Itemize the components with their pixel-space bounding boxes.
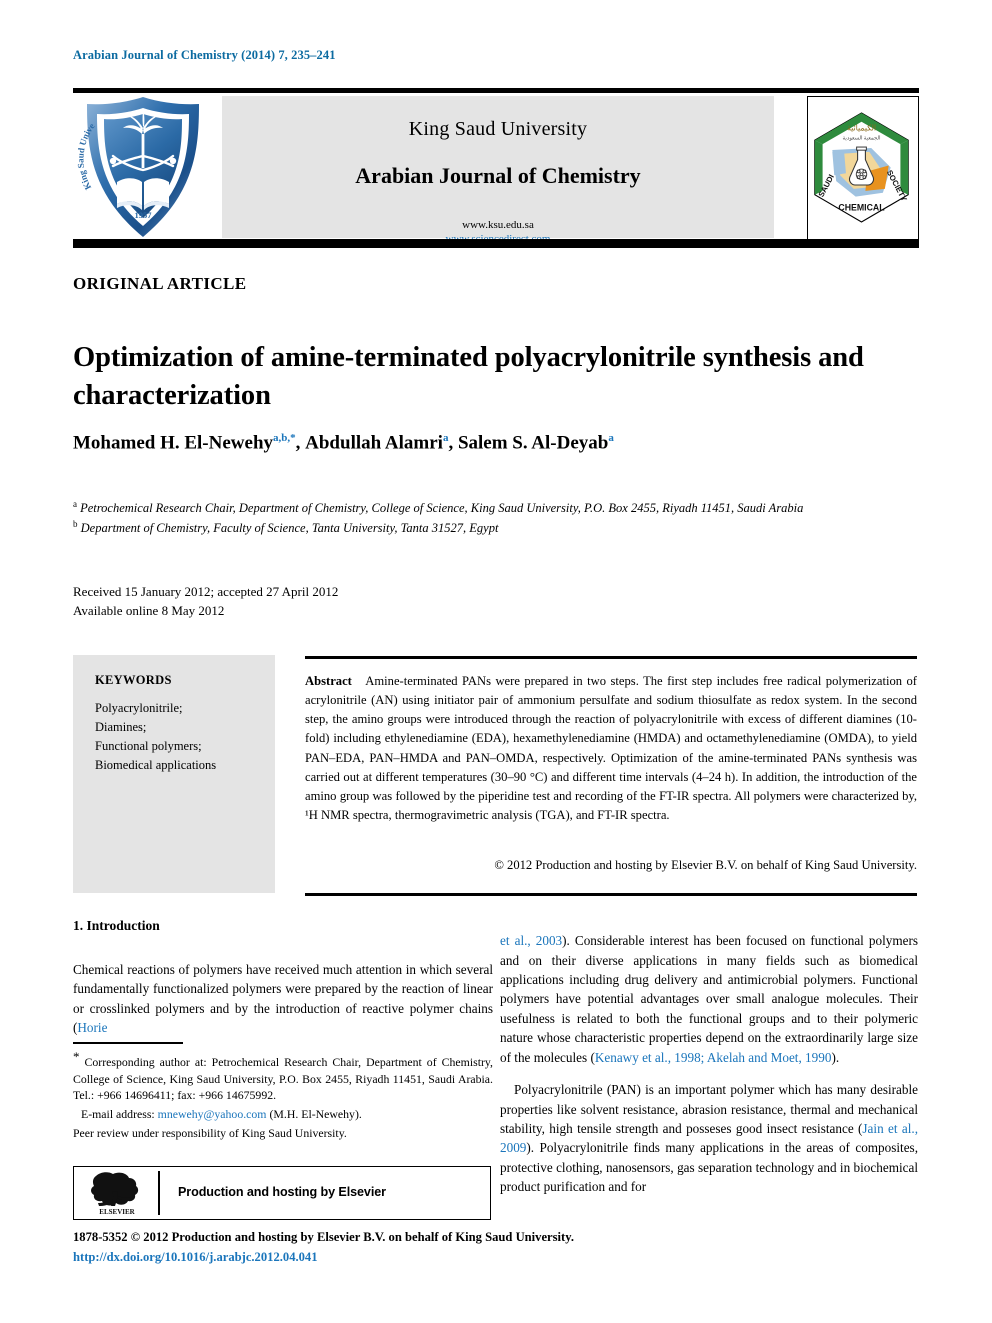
- intro-paragraph-1-tail: ).: [831, 1049, 840, 1065]
- author-name-3: Salem S. Al-Deyab: [457, 432, 609, 454]
- author-marks-1: a,b,*: [273, 432, 296, 444]
- citation-horie[interactable]: Horie: [77, 1020, 107, 1035]
- scs-arabic-top: الكيميائية: [847, 124, 876, 133]
- production-hosting-box: ELSEVIER Production and hosting by Elsev…: [73, 1166, 491, 1220]
- production-hosting-label: Production and hosting by Elsevier: [178, 1185, 386, 1199]
- masthead-ksu-url: www.ksu.edu.sa: [462, 219, 534, 231]
- abstract-copyright: © 2012 Production and hosting by Elsevie…: [494, 858, 917, 872]
- abstract-block: Abstract Amine-terminated PANs were prep…: [305, 672, 917, 825]
- svg-text:الجمعية السعودية: الجمعية السعودية: [843, 135, 881, 141]
- body-right-column: et al., 2003). Considerable interest has…: [500, 918, 918, 1210]
- asterisk-icon: *: [73, 1049, 80, 1064]
- king-saud-university-shield-logo: King Saud University 1957: [71, 86, 213, 240]
- section-heading-introduction: 1. Introduction: [73, 918, 160, 933]
- masthead-center-panel: King Saud University Arabian Journal of …: [222, 96, 774, 245]
- body-left-column: 1. Introduction Chemical reactions of po…: [73, 918, 493, 1051]
- elsevier-tree-logo: ELSEVIER: [86, 1170, 148, 1216]
- affiliation-b: b Department of Chemistry, Faculty of Sc…: [73, 518, 913, 538]
- affiliation-mark-b: b: [73, 518, 78, 529]
- doi-link[interactable]: http://dx.doi.org/10.1016/j.arabjc.2012.…: [73, 1250, 318, 1265]
- intro-paragraph-2-pre: Polyacrylonitrile (PAN) is an important …: [500, 1082, 918, 1137]
- ksu-logo-year: 1957: [135, 210, 153, 220]
- abstract-bottom-rule: [305, 893, 917, 896]
- intro-paragraph-2: Polyacrylonitrile (PAN) is an important …: [500, 1080, 918, 1196]
- author-name-2: Abdullah Alamri: [305, 432, 443, 454]
- author-sep-1: ,: [295, 432, 306, 454]
- intro-paragraph-1-continued: et al., 2003). Considerable interest has…: [500, 931, 918, 1067]
- elsevier-wordmark: ELSEVIER: [99, 1208, 135, 1216]
- corresponding-author-note: * Corresponding author at: Petrochemical…: [73, 1048, 493, 1104]
- footnote-block: * Corresponding author at: Petrochemical…: [73, 1048, 493, 1142]
- author-sep-2: ,: [448, 432, 458, 454]
- intro-paragraph-1-mid: ). Considerable interest has been focuse…: [500, 933, 918, 1065]
- running-head: Arabian Journal of Chemistry (2014) 7, 2…: [73, 48, 336, 62]
- intro-paragraph-1-text: Chemical reactions of polymers have rece…: [73, 962, 493, 1036]
- author-name-1: Mohamed H. El-Newehy: [73, 432, 274, 454]
- citation-kenawy-akelah[interactable]: Kenawy et al., 1998; Akelah and Moet, 19…: [595, 1050, 832, 1065]
- masthead-university-name: King Saud University: [408, 118, 588, 140]
- elsevier-box-divider: [158, 1171, 160, 1215]
- citation-horie-continued[interactable]: et al., 2003: [500, 933, 562, 948]
- masthead-journal-title: Arabian Journal of Chemistry: [355, 163, 641, 188]
- corresponding-author-text: Corresponding author at: Petrochemical R…: [73, 1054, 493, 1103]
- affiliation-text-b: Department of Chemistry, Faculty of Scie…: [80, 520, 499, 535]
- publication-dates: Received 15 January 2012; accepted 27 Ap…: [73, 583, 673, 621]
- issn-copyright-line: 1878-5352 © 2012 Production and hosting …: [73, 1230, 574, 1244]
- affiliation-a: a Petrochemical Research Chair, Departme…: [73, 498, 913, 518]
- masthead-bottom-rule: [73, 239, 919, 248]
- affiliations: a Petrochemical Research Chair, Departme…: [73, 498, 913, 537]
- article-type-label: ORIGINAL ARTICLE: [73, 274, 247, 293]
- abstract-label: Abstract: [305, 674, 352, 688]
- email-owner: (M.H. El-Newehy).: [269, 1107, 362, 1122]
- abstract-text: Amine-terminated PANs were prepared in t…: [305, 674, 917, 822]
- peer-review-note: Peer review under responsibility of King…: [73, 1125, 347, 1140]
- keywords-box: KEYWORDS Polyacrylonitrile; Diamines; Fu…: [73, 655, 275, 893]
- journal-masthead: King Saud University 1957 King Saud Univ…: [71, 86, 919, 245]
- affiliation-mark-a: a: [73, 499, 77, 509]
- email-link[interactable]: mnewehy@yahoo.com: [158, 1107, 267, 1121]
- keywords-heading: KEYWORDS: [95, 673, 172, 687]
- keywords-list: Polyacrylonitrile; Diamines; Functional …: [95, 701, 217, 772]
- journal-article-page: Arabian Journal of Chemistry (2014) 7, 2…: [0, 0, 992, 1323]
- intro-paragraph-1: Chemical reactions of polymers have rece…: [73, 960, 493, 1038]
- footnote-email-line: E-mail address: mnewehy@yahoo.com (M.H. …: [73, 1106, 493, 1123]
- received-accepted-date: Received 15 January 2012; accepted 27 Ap…: [73, 584, 339, 599]
- saudi-chemical-society-logo: الكيميائية الجمعية السعودية SAUDI SOCIET…: [807, 96, 919, 240]
- abstract-top-rule: [305, 656, 917, 659]
- email-label: E-mail address:: [81, 1107, 155, 1122]
- affiliation-text-a: Petrochemical Research Chair, Department…: [80, 501, 804, 516]
- author-marks-3: a: [608, 432, 614, 444]
- svg-text:CHEMICAL: CHEMICAL: [838, 202, 885, 212]
- author-list: Mohamed H. El-Newehya,b,*, Abdullah Alam…: [73, 432, 923, 454]
- footnote-separator-rule: [73, 1042, 183, 1044]
- page-title: Optimization of amine-terminated polyacr…: [73, 342, 864, 411]
- available-online-date: Available online 8 May 2012: [73, 602, 225, 618]
- intro-paragraph-2-tail: ). Polyacrylonitrile finds many applicat…: [500, 1140, 918, 1195]
